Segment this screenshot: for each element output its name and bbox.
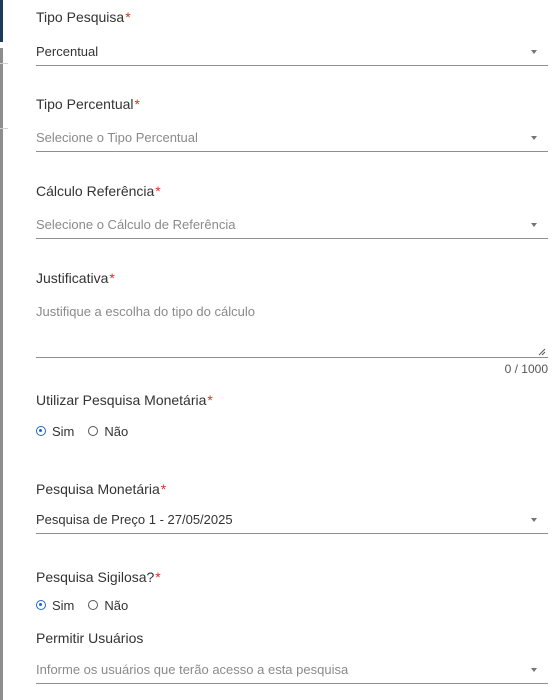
tipo-pesquisa-label-text: Tipo Pesquisa — [36, 9, 125, 25]
utilizar-pesquisa-monetaria-radio-group: Sim Não — [36, 422, 142, 440]
tipo-percentual-label: Tipo Percentual* — [36, 96, 140, 112]
radio-label-sim: Sim — [52, 423, 75, 439]
utilizar-pesquisa-monetaria-label-text: Utilizar Pesquisa Monetária — [36, 392, 207, 408]
radio-option-nao[interactable]: Não — [88, 424, 128, 439]
radio-option-nao[interactable]: Não — [88, 598, 128, 613]
pesquisa-sigilosa-label-text: Pesquisa Sigilosa? — [36, 569, 155, 585]
pesquisa-monetaria-select[interactable]: Pesquisa de Preço 1 - 27/05/2025 — [36, 505, 548, 534]
sidebar-edge-line — [0, 48, 3, 700]
chevron-down-icon — [531, 223, 537, 227]
calculo-referencia-select[interactable]: Selecione o Cálculo de Referência — [36, 210, 548, 239]
pesquisa-sigilosa-label: Pesquisa Sigilosa?* — [36, 569, 161, 585]
permitir-usuarios-label-text: Permitir Usuários — [36, 630, 144, 646]
permitir-usuarios-select[interactable]: Informe os usuários que terão acesso a e… — [36, 655, 548, 684]
pesquisa-monetaria-value: Pesquisa de Preço 1 - 27/05/2025 — [36, 512, 233, 527]
pesquisa-monetaria-label-text: Pesquisa Monetária — [36, 481, 160, 497]
character-counter: 0 / 1000 — [504, 362, 548, 376]
sidebar-divider — [0, 63, 8, 64]
justificativa-textarea[interactable] — [36, 300, 548, 358]
radio-label-nao: Não — [104, 423, 129, 439]
resize-grip-icon[interactable] — [538, 348, 546, 356]
required-marker: * — [160, 481, 167, 497]
pesquisa-monetaria-label: Pesquisa Monetária* — [36, 481, 166, 497]
radio-unchecked-icon[interactable] — [88, 600, 99, 610]
required-marker: * — [155, 569, 161, 585]
required-marker: * — [207, 392, 213, 408]
chevron-down-icon — [531, 136, 537, 140]
sidebar-accent-bar — [0, 0, 3, 42]
tipo-percentual-placeholder: Selecione o Tipo Percentual — [36, 130, 198, 145]
chevron-down-icon — [531, 518, 537, 522]
permitir-usuarios-label: Permitir Usuários — [36, 630, 143, 646]
permitir-usuarios-placeholder: Informe os usuários que terão acesso a e… — [36, 662, 349, 677]
pesquisa-sigilosa-radio-group: Sim Não — [36, 596, 142, 614]
radio-label-sim: Sim — [52, 597, 75, 613]
radio-option-sim[interactable]: Sim — [36, 598, 74, 613]
radio-option-sim[interactable]: Sim — [36, 424, 74, 439]
tipo-percentual-select[interactable]: Selecione o Tipo Percentual — [36, 123, 548, 152]
justificativa-label-text: Justificativa — [36, 270, 109, 286]
calculo-referencia-label-text: Cálculo Referência — [36, 183, 155, 199]
required-marker: * — [109, 270, 115, 286]
sidebar-divider — [0, 128, 8, 129]
required-marker: * — [125, 9, 131, 25]
radio-checked-icon[interactable] — [36, 600, 46, 610]
utilizar-pesquisa-monetaria-label: Utilizar Pesquisa Monetária* — [36, 392, 213, 408]
calculo-referencia-placeholder: Selecione o Cálculo de Referência — [36, 217, 236, 232]
tipo-pesquisa-select[interactable]: Percentual — [36, 37, 548, 66]
chevron-down-icon — [531, 50, 537, 54]
justificativa-label: Justificativa* — [36, 270, 115, 286]
required-marker: * — [155, 183, 161, 199]
chevron-down-icon — [531, 668, 537, 672]
radio-label-nao: Não — [104, 597, 129, 613]
tipo-percentual-label-text: Tipo Percentual — [36, 96, 134, 112]
required-marker: * — [134, 96, 140, 112]
tipo-pesquisa-value: Percentual — [36, 44, 99, 59]
tipo-pesquisa-label: Tipo Pesquisa* — [36, 9, 131, 25]
radio-checked-icon[interactable] — [36, 426, 46, 436]
radio-unchecked-icon[interactable] — [88, 426, 99, 436]
calculo-referencia-label: Cálculo Referência* — [36, 183, 161, 199]
